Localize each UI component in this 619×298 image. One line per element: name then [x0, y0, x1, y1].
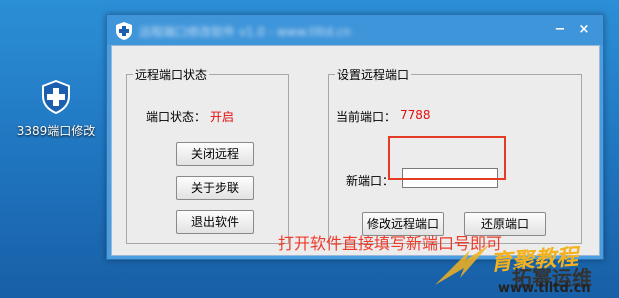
set-port-group-legend: 设置远程端口 [337, 68, 410, 82]
close-remote-button[interactable]: 关闭远程 [176, 142, 254, 166]
exit-button[interactable]: 退出软件 [176, 210, 254, 234]
port-status-value: 开启 [210, 110, 235, 124]
annotation-highlight-box [388, 136, 506, 180]
close-button[interactable]: × [573, 20, 595, 40]
minimize-button[interactable]: − [549, 20, 571, 40]
about-button[interactable]: 关于步联 [176, 176, 254, 200]
port-status-label: 端口状态： [146, 110, 207, 124]
status-group-legend: 远程端口状态 [135, 68, 208, 82]
window-title: 远程端口修改软件 v1.0 - www.tlltd.cn [139, 25, 351, 39]
current-port-value: 7788 [400, 108, 431, 122]
desktop-shortcut[interactable]: 3389端口修改 [8, 79, 104, 139]
window-client-area: 远程端口状态 端口状态： 开启 关闭远程 关于步联 退出软件 设置远程端口 当前… [111, 45, 600, 256]
app-window: 远程端口修改软件 v1.0 - www.tlltd.cn − × 远程端口状态 … [106, 14, 604, 260]
app-shield-icon [116, 22, 132, 40]
current-port-label: 当前端口： [336, 110, 397, 124]
new-port-label: 新端口： [346, 174, 395, 188]
watermark-url: www.tlltd.cn [498, 281, 591, 296]
desktop-shortcut-label: 3389端口修改 [16, 124, 96, 138]
title-bar[interactable]: 远程端口修改软件 v1.0 - www.tlltd.cn − × [107, 15, 603, 45]
shield-icon [42, 79, 70, 115]
